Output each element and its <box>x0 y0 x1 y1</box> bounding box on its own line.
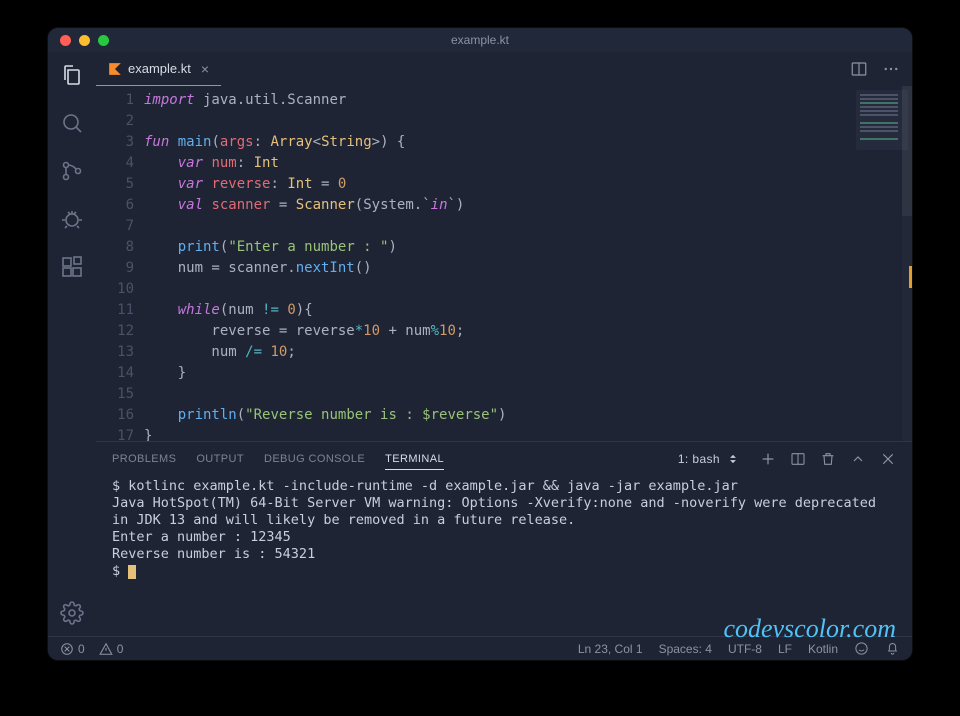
scrollbar-thumb[interactable] <box>902 86 912 216</box>
editor-actions <box>850 52 912 86</box>
tab-bar: example.kt × <box>96 52 912 86</box>
tab-terminal[interactable]: TERMINAL <box>385 449 444 470</box>
code-area[interactable]: import java.util.Scanner fun main(args: … <box>144 86 852 441</box>
tab-close-icon[interactable]: × <box>201 61 209 77</box>
explorer-icon[interactable] <box>59 62 85 88</box>
terminal-output[interactable]: $ kotlinc example.kt -include-runtime -d… <box>96 476 912 636</box>
editor[interactable]: 1234567891011121314151617 import java.ut… <box>96 86 912 441</box>
maximize-window-button[interactable] <box>98 35 109 46</box>
window-title: example.kt <box>451 33 509 47</box>
vscode-window: example.kt <box>48 28 912 660</box>
workbench: example.kt × 1234567891011121314151617 i… <box>48 52 912 636</box>
panel-tabs: PROBLEMS OUTPUT DEBUG CONSOLE TERMINAL 1… <box>96 442 912 476</box>
line-numbers: 1234567891011121314151617 <box>96 86 144 441</box>
tab-label: example.kt <box>128 61 191 76</box>
terminal-selector-label: 1: bash <box>678 452 720 466</box>
terminal-selector[interactable]: 1: bash <box>672 450 746 468</box>
source-control-icon[interactable] <box>59 158 85 184</box>
split-editor-icon[interactable] <box>850 60 868 78</box>
new-terminal-icon[interactable] <box>760 451 776 467</box>
titlebar: example.kt <box>48 28 912 52</box>
tab-output[interactable]: OUTPUT <box>196 449 244 469</box>
status-cursor[interactable]: Ln 23, Col 1 <box>578 642 643 656</box>
split-terminal-icon[interactable] <box>790 451 806 467</box>
maximize-panel-icon[interactable] <box>850 451 866 467</box>
close-window-button[interactable] <box>60 35 71 46</box>
tab-debug-console[interactable]: DEBUG CONSOLE <box>264 449 365 469</box>
settings-gear-icon[interactable] <box>59 600 85 626</box>
window-controls <box>60 35 109 46</box>
status-spaces[interactable]: Spaces: 4 <box>659 642 712 656</box>
close-panel-icon[interactable] <box>880 451 896 467</box>
overview-ruler-marker <box>909 266 912 288</box>
tab-problems[interactable]: PROBLEMS <box>112 449 176 469</box>
more-actions-icon[interactable] <box>882 60 900 78</box>
kotlin-file-icon <box>108 62 122 76</box>
extensions-icon[interactable] <box>59 254 85 280</box>
status-warnings[interactable]: 0 <box>99 642 124 656</box>
warning-icon <box>99 642 113 656</box>
editor-group: example.kt × 1234567891011121314151617 i… <box>96 52 912 636</box>
watermark: codevscolor.com <box>723 614 896 644</box>
search-icon[interactable] <box>59 110 85 136</box>
activity-bar <box>48 52 96 636</box>
debug-icon[interactable] <box>59 206 85 232</box>
status-errors[interactable]: 0 <box>60 642 85 656</box>
tab-example-kt[interactable]: example.kt × <box>96 52 221 86</box>
error-icon <box>60 642 74 656</box>
minimize-window-button[interactable] <box>79 35 90 46</box>
kill-terminal-icon[interactable] <box>820 451 836 467</box>
bottom-panel: PROBLEMS OUTPUT DEBUG CONSOLE TERMINAL 1… <box>96 441 912 636</box>
dropdown-updown-icon <box>726 452 740 466</box>
